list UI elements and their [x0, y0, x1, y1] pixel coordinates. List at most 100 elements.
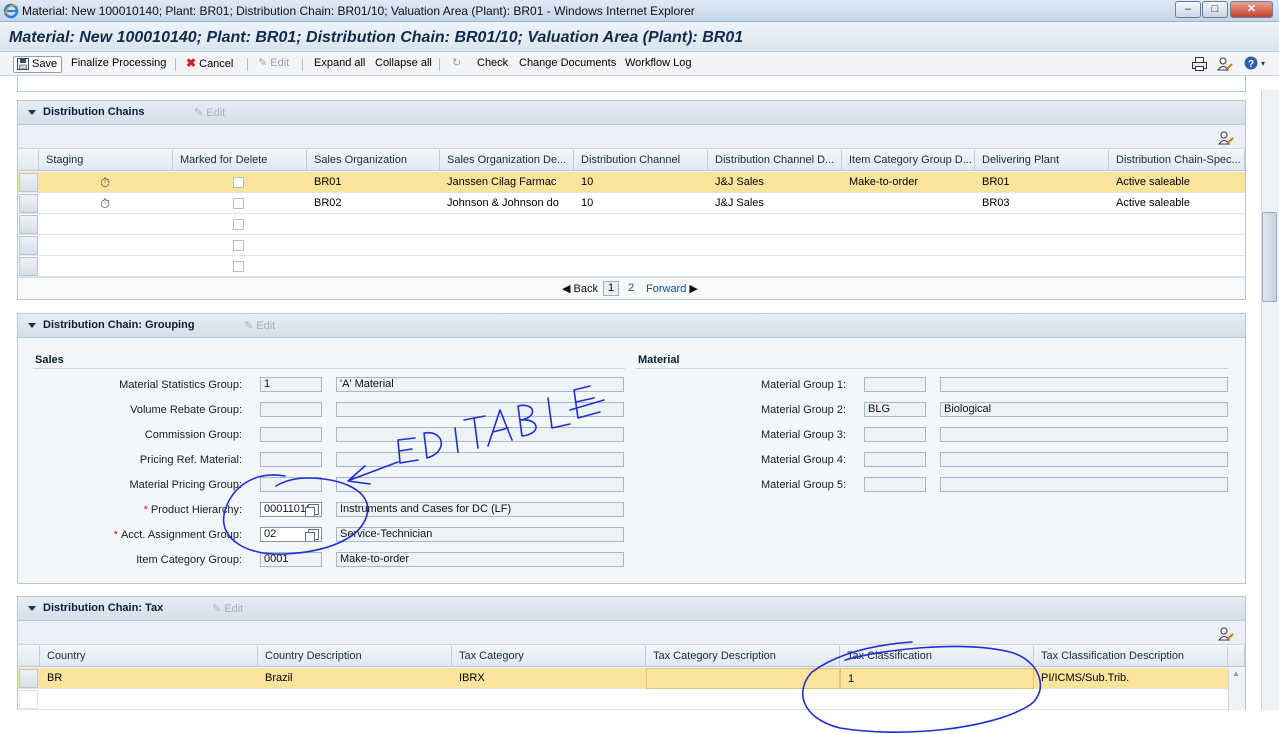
pager-forward-label: Forward: [646, 283, 687, 295]
tax-header[interactable]: Distribution Chain: Tax ✎ Edit: [18, 597, 1245, 621]
table-row-empty[interactable]: [18, 235, 1245, 256]
row-selector[interactable]: [19, 690, 38, 709]
material-group-5-desc: [940, 477, 1228, 492]
column-header-delivering-plant[interactable]: Delivering Plant: [975, 150, 1109, 171]
page-scrollbar[interactable]: [1261, 90, 1279, 710]
pricing-ref-material-code: [260, 452, 322, 467]
tax-classification-input[interactable]: 1: [840, 668, 1034, 689]
minimize-button[interactable]: –: [1175, 1, 1201, 18]
column-header-staging[interactable]: Staging: [39, 150, 173, 171]
material-group-4-code: [864, 452, 926, 467]
change-documents-button[interactable]: Change Documents: [519, 56, 616, 73]
pager-page-2[interactable]: 2: [628, 282, 634, 294]
marked-for-delete-checkbox[interactable]: [233, 177, 244, 188]
column-header-country-desc[interactable]: Country Description: [258, 646, 452, 667]
column-header-tax-category-desc[interactable]: Tax Category Description: [646, 646, 840, 667]
panel-edit-label: Edit: [206, 107, 226, 119]
row-selector[interactable]: [19, 669, 38, 688]
product-hierarchy-input[interactable]: 00011010: [260, 502, 322, 517]
finalize-processing-button[interactable]: Finalize Processing: [71, 56, 166, 73]
marked-for-delete-checkbox[interactable]: [233, 261, 244, 272]
column-header-tax-classification[interactable]: Tax Classification: [840, 646, 1034, 667]
column-header-tax-category[interactable]: Tax Category: [452, 646, 646, 667]
panel-edit-label: Edit: [224, 603, 244, 615]
column-header-country[interactable]: Country: [40, 646, 258, 667]
cancel-button[interactable]: ✖ Cancel: [186, 56, 233, 73]
expand-all-button[interactable]: Expand all: [314, 56, 365, 73]
row-selector[interactable]: [19, 215, 38, 234]
column-header-marked-for-delete[interactable]: Marked for Delete: [173, 150, 307, 171]
pager-back[interactable]: ◀ Back: [562, 282, 598, 295]
collapse-triangle-icon[interactable]: [28, 606, 36, 611]
collapse-all-button[interactable]: Collapse all: [375, 56, 432, 73]
save-button[interactable]: Save: [13, 56, 63, 73]
personalize-icon[interactable]: [1218, 626, 1234, 642]
check-button[interactable]: Check: [477, 56, 508, 73]
help-icon[interactable]: ?: [1244, 56, 1258, 70]
row-selector[interactable]: [19, 257, 38, 276]
column-header-chain-spec[interactable]: Distribution Chain-Spec...: [1109, 150, 1245, 171]
select-all-cell[interactable]: [18, 150, 39, 171]
tax-category-cell: IBRX: [459, 672, 485, 684]
maximize-button[interactable]: □: [1202, 1, 1228, 18]
pager-forward[interactable]: Forward ▶: [646, 282, 698, 295]
window-title: Material: New 100010140; Plant: BR01; Di…: [22, 4, 695, 18]
personalize-icon[interactable]: [1218, 130, 1234, 146]
panel-edit-button[interactable]: ✎ Edit: [244, 319, 275, 332]
help-chevron-icon[interactable]: ▾: [1261, 59, 1265, 68]
table-row[interactable]: ⏱ BR01 Janssen Cilag Farmac 10 J&J Sales…: [18, 172, 1245, 193]
material-group-3-code: [864, 427, 926, 442]
table-row-empty[interactable]: [18, 214, 1245, 235]
pager-page-1[interactable]: 1: [603, 281, 620, 296]
material-group-2-label: Material Group 2:: [761, 404, 846, 416]
material-statistics-group-desc: 'A' Material: [336, 377, 624, 392]
marked-for-delete-checkbox[interactable]: [233, 240, 244, 251]
material-group-2-desc: Biological: [940, 402, 1228, 417]
marked-for-delete-checkbox[interactable]: [233, 198, 244, 209]
table-row-empty[interactable]: [18, 256, 1245, 277]
column-header-tax-classification-desc[interactable]: Tax Classification Description: [1034, 646, 1228, 667]
value-help-icon[interactable]: [305, 529, 319, 541]
stopwatch-icon[interactable]: ⏱: [100, 175, 110, 191]
personalize-icon[interactable]: [1217, 56, 1233, 72]
column-header-dist-channel[interactable]: Distribution Channel: [574, 150, 708, 171]
column-header-sales-org[interactable]: Sales Organization: [307, 150, 440, 171]
material-statistics-group-code: 1: [260, 377, 322, 392]
column-header-item-category[interactable]: Item Category Group D...: [842, 150, 975, 171]
table-row-empty[interactable]: [18, 689, 1228, 710]
print-icon[interactable]: [1192, 57, 1207, 71]
column-header-dist-channel-desc[interactable]: Distribution Channel D...: [708, 150, 842, 171]
dist-channel-desc-cell: J&J Sales: [715, 176, 764, 188]
table-row[interactable]: BR Brazil IBRX 1 PI/ICMS/Sub.Trib.: [18, 668, 1228, 689]
distribution-chains-header[interactable]: Distribution Chains ✎ Edit: [18, 101, 1245, 125]
material-group-4-label: Material Group 4:: [761, 454, 846, 466]
stopwatch-icon[interactable]: ⏱: [100, 196, 110, 212]
row-selector[interactable]: [19, 173, 38, 192]
workflow-log-button[interactable]: Workflow Log: [625, 56, 691, 73]
sales-org-desc-cell: Johnson & Johnson do: [447, 197, 559, 209]
delivering-plant-cell: BR01: [982, 176, 1010, 188]
table-row[interactable]: ⏱ BR02 Johnson & Johnson do 10 J&J Sales…: [18, 193, 1245, 214]
row-selector[interactable]: [19, 236, 38, 255]
table-scrollbar[interactable]: ▲: [1228, 668, 1245, 713]
required-asterisk: *: [143, 504, 148, 516]
page-scrollbar-thumb[interactable]: [1262, 212, 1277, 302]
acct-assignment-group-value: 02: [264, 528, 277, 540]
column-header-sales-org-desc[interactable]: Sales Organization De...: [440, 150, 574, 171]
edit-button[interactable]: ✎ Edit: [258, 56, 289, 73]
collapse-triangle-icon[interactable]: [28, 323, 36, 328]
marked-for-delete-checkbox[interactable]: [233, 219, 244, 230]
scroll-up-arrow-icon[interactable]: ▲: [1232, 669, 1240, 678]
acct-assignment-group-input[interactable]: 02: [260, 527, 322, 542]
collapse-triangle-icon[interactable]: [28, 110, 36, 115]
grouping-header[interactable]: Distribution Chain: Grouping ✎ Edit: [18, 314, 1245, 338]
panel-edit-button[interactable]: ✎ Edit: [212, 602, 243, 615]
chain-spec-cell: Active saleable: [1116, 197, 1190, 209]
panel-edit-button[interactable]: ✎ Edit: [194, 106, 225, 119]
close-window-button[interactable]: ✕: [1230, 1, 1273, 18]
sales-section-header: Sales: [35, 354, 64, 366]
select-all-cell[interactable]: [18, 646, 40, 667]
row-selector[interactable]: [19, 194, 38, 213]
value-help-icon[interactable]: [305, 504, 319, 516]
refresh-icon[interactable]: ↻: [452, 56, 461, 73]
